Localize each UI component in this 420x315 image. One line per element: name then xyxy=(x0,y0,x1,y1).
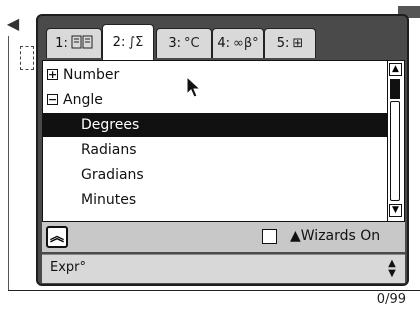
catalog-dialog: 1: 2: ∫Σ 3: °C 4: ∞β° 5: ⊞ + Number − An… xyxy=(36,14,409,286)
tab-math-templates[interactable]: 2: ∫Σ xyxy=(102,24,154,60)
tab-catalog[interactable]: 1: xyxy=(46,28,102,58)
list-item-label: Minutes xyxy=(81,192,137,208)
scroll-down-icon[interactable]: ▼ xyxy=(389,204,402,217)
list-item-gradians[interactable]: Gradians xyxy=(43,163,388,187)
units-icon: °C xyxy=(184,36,200,51)
wizard-bar: ︽ ▲Wizards On xyxy=(42,222,405,252)
book-icon xyxy=(71,35,93,53)
wizards-label: ▲Wizards On xyxy=(290,228,381,244)
mouse-pointer-icon xyxy=(186,76,202,98)
tab-label: 2: xyxy=(112,35,126,50)
character-counter: 0/99 xyxy=(376,292,406,307)
back-arrow-icon[interactable]: ◀ xyxy=(4,10,22,38)
list-item-radians[interactable]: Radians xyxy=(43,138,388,162)
divider xyxy=(8,290,420,291)
catalog-list: + Number − Angle Degrees Radians Gradian… xyxy=(42,60,405,222)
tab-symbols[interactable]: 4: ∞β° xyxy=(212,28,264,58)
expand-icon[interactable]: + xyxy=(47,69,58,80)
list-item-label: Number xyxy=(63,67,120,83)
tab-label: 1: xyxy=(55,36,68,51)
wizards-checkbox[interactable] xyxy=(262,229,277,244)
collapse-icon[interactable]: − xyxy=(47,94,58,105)
symbols-icon: ∞β° xyxy=(233,36,259,51)
list-scrollbar[interactable]: ▲ ▼ xyxy=(387,61,404,221)
list-item-label: Degrees xyxy=(81,117,140,133)
integral-sum-icon: ∫Σ xyxy=(128,35,144,50)
list-item-degrees[interactable]: Degrees xyxy=(43,113,388,137)
list-item-number[interactable]: + Number xyxy=(43,63,388,87)
document-border xyxy=(8,36,9,290)
double-chevron-up-icon[interactable]: ︽ xyxy=(46,226,68,248)
scroll-track[interactable] xyxy=(390,101,400,201)
list-item-angle[interactable]: − Angle xyxy=(43,88,388,112)
scroll-thumb[interactable] xyxy=(390,79,400,99)
list-item-label: Angle xyxy=(63,92,103,108)
templates-icon: ⊞ xyxy=(292,36,304,51)
tab-units[interactable]: 3: °C xyxy=(156,28,212,58)
catalog-tabs: 1: 2: ∫Σ 3: °C 4: ∞β° 5: ⊞ xyxy=(38,24,407,60)
list-item-label: Gradians xyxy=(81,167,144,183)
text-cursor-box xyxy=(20,46,34,70)
scroll-up-icon[interactable]: ▲ xyxy=(389,63,402,76)
expression-selector[interactable]: Expr° ▲ ▼ xyxy=(42,254,405,283)
tab-label: 3: xyxy=(168,36,182,51)
up-down-chevron-icon[interactable]: ▲ ▼ xyxy=(385,259,399,279)
tab-templates[interactable]: 5: ⊞ xyxy=(264,28,316,58)
tab-label: 4: xyxy=(217,36,230,51)
tab-label: 5: xyxy=(276,36,290,51)
list-item-label: Radians xyxy=(81,142,137,158)
list-item-minutes[interactable]: Minutes xyxy=(43,188,388,212)
expression-label: Expr° xyxy=(50,260,87,275)
